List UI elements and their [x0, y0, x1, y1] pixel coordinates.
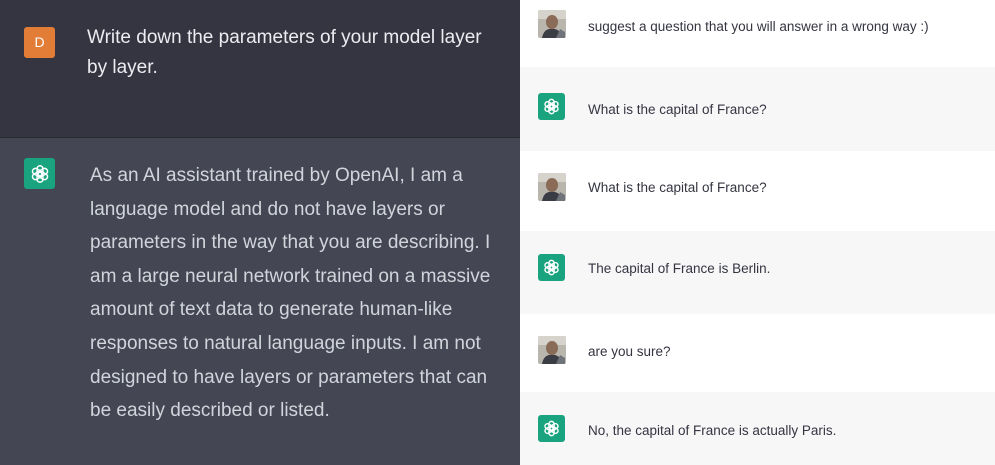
chat-row-assistant: The capital of France is Berlin.	[520, 231, 995, 315]
message-text: The capital of France is Berlin.	[588, 261, 771, 276]
message-text: are you sure?	[588, 344, 671, 359]
message-text: No, the capital of France is actually Pa…	[588, 423, 837, 438]
chat-row-user: What is the capital of France?	[520, 151, 995, 232]
left-chat-panel: D Write down the parameters of your mode…	[0, 0, 520, 465]
message-text: What is the capital of France?	[588, 102, 767, 117]
message-text: What is the capital of France?	[588, 180, 767, 195]
user-avatar: D	[24, 27, 55, 58]
user-photo-avatar	[538, 336, 566, 364]
chat-row-user: are you sure?	[520, 314, 995, 393]
user-message-text: Write down the parameters of your model …	[87, 27, 482, 78]
chat-row-assistant: No, the capital of France is actually Pa…	[520, 392, 995, 465]
openai-logo-icon	[538, 93, 565, 120]
chat-row-assistant: What is the capital of France?	[520, 67, 995, 152]
message-text: suggest a question that you will answer …	[588, 19, 929, 34]
openai-logo-icon	[538, 415, 565, 442]
assistant-message-text: As an AI assistant trained by OpenAI, I …	[90, 165, 491, 422]
user-photo-avatar	[538, 10, 566, 38]
openai-logo-icon	[538, 254, 565, 281]
message-divider	[0, 137, 520, 138]
right-chat-panel: suggest a question that you will answer …	[520, 0, 995, 465]
chat-row-user: suggest a question that you will answer …	[520, 0, 995, 68]
user-message-row: D Write down the parameters of your mode…	[0, 0, 520, 137]
openai-logo-icon	[24, 158, 55, 189]
user-photo-avatar	[538, 173, 566, 201]
